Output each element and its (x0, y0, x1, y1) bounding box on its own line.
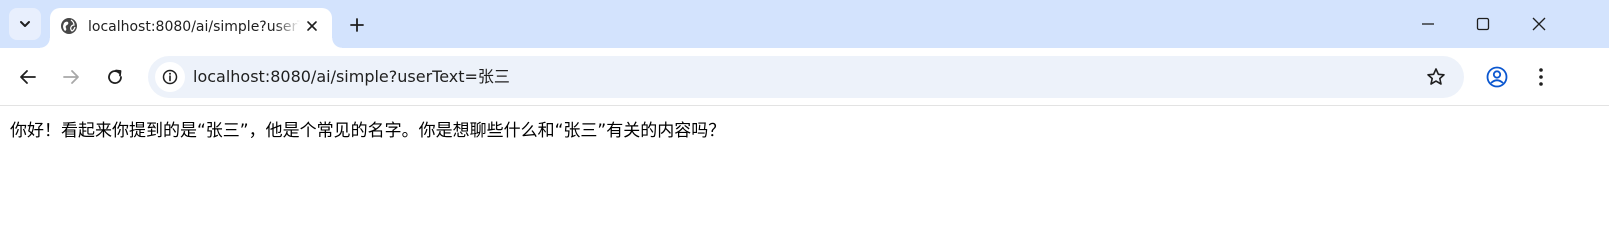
more-menu-icon (1539, 68, 1543, 86)
window-close-button[interactable] (1516, 5, 1562, 43)
address-bar[interactable]: localhost:8080/ai/simple?userText=张三 (148, 56, 1464, 98)
site-info-icon (162, 69, 178, 85)
back-arrow-icon (20, 70, 36, 84)
more-menu-button[interactable] (1525, 61, 1557, 93)
new-tab-button[interactable] (343, 11, 371, 39)
response-text: 你好！看起来你提到的是“张三”，他是个常见的名字。你是想聊些什么和“张三”有关的… (10, 121, 726, 141)
tab-search-button[interactable] (9, 8, 41, 40)
close-icon (307, 21, 317, 31)
maximize-icon (1476, 17, 1490, 31)
profile-button[interactable] (1481, 61, 1513, 93)
page-content: 你好！看起来你提到的是“张三”，他是个常见的名字。你是想聊些什么和“张三”有关的… (0, 107, 1609, 243)
chevron-down-icon (20, 21, 30, 27)
active-tab[interactable]: localhost:8080/ai/simple?userText=张三 (40, 8, 342, 48)
bookmark-star-icon (1427, 68, 1445, 85)
back-button[interactable] (12, 61, 44, 93)
close-icon (1532, 17, 1546, 31)
tab-strip: localhost:8080/ai/simple?userText=张三 (0, 0, 1609, 48)
plus-icon (350, 18, 364, 32)
minimize-button[interactable] (1405, 5, 1451, 43)
bookmark-button[interactable] (1423, 64, 1449, 90)
browser-toolbar: localhost:8080/ai/simple?userText=张三 (0, 48, 1609, 106)
globe-icon (61, 18, 77, 34)
url-text[interactable]: localhost:8080/ai/simple?userText=张三 (193, 66, 510, 88)
profile-icon (1486, 66, 1508, 88)
maximize-button[interactable] (1460, 5, 1506, 43)
tab-close-button[interactable] (301, 15, 323, 37)
site-info-button[interactable] (155, 62, 185, 92)
tab-title: localhost:8080/ai/simple?userText=张三 (88, 19, 300, 35)
reload-button[interactable] (99, 61, 131, 93)
minimize-icon (1422, 23, 1434, 25)
forward-button[interactable] (55, 61, 87, 93)
reload-icon (108, 69, 122, 84)
forward-arrow-icon (63, 70, 79, 84)
